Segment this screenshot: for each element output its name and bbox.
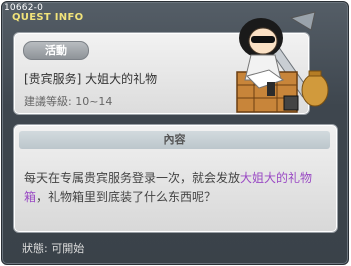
quest-name: [贵宾服务] 大姐大的礼物 xyxy=(24,72,158,86)
window-title: QUEST INFO xyxy=(12,12,84,23)
quest-status: 狀態: 可開始 xyxy=(22,242,85,255)
quest-content-panel: 內容 每天在专属贵宾服务登录一次，就会发放大姐大的礼物箱，礼物箱里到底装了什么东… xyxy=(13,124,338,233)
content-text-after: ，礼物箱里到底装了什么东西呢？ xyxy=(36,190,217,204)
npc-character-illustration xyxy=(236,11,329,113)
content-text-before: 每天在专属贵宾服务登录一次，就会发放 xyxy=(24,171,241,185)
recommended-level: 建議等級: 10~14 xyxy=(24,95,113,108)
quest-info-window: 10662-0 QUEST INFO 活動 [贵宾服务] 大姐大的礼物 建議等級… xyxy=(1,1,349,265)
content-header: 內容 xyxy=(19,131,330,149)
content-description: 每天在专属贵宾服务登录一次，就会发放大姐大的礼物箱，礼物箱里到底装了什么东西呢？ xyxy=(24,169,329,207)
category-badge: 活動 xyxy=(23,41,89,60)
